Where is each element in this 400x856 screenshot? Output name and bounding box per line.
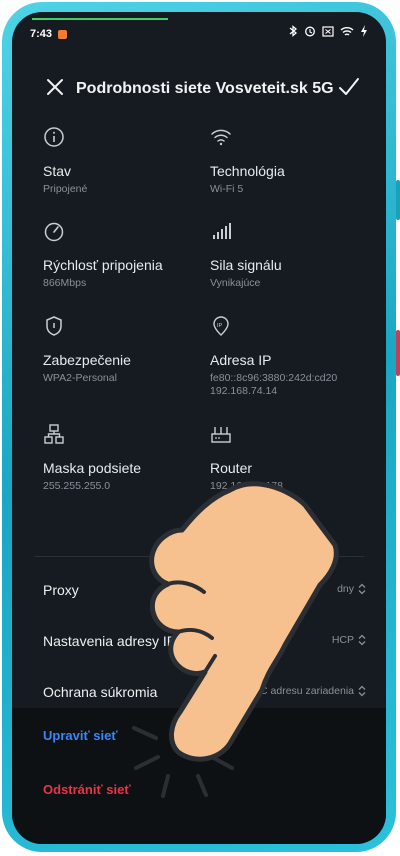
- detail-label: Rýchlosť pripojenia: [43, 257, 163, 273]
- setting-ip-settings[interactable]: Nastavenia adresy IP HCP: [12, 621, 386, 661]
- wifi-icon: [211, 129, 231, 146]
- delete-network-button[interactable]: Odstrániť sieť: [43, 782, 131, 797]
- setting-label: Proxy: [43, 582, 79, 598]
- detail-label: Technológia: [210, 163, 285, 179]
- sim-icon: [322, 25, 334, 37]
- edit-network-button[interactable]: Upraviť sieť: [43, 728, 118, 743]
- check-icon[interactable]: [338, 76, 360, 98]
- router-icon: [211, 427, 231, 443]
- detail-value: Wi-Fi 5: [210, 183, 244, 195]
- chevron-updown-icon: [358, 634, 366, 646]
- setting-label: Nastavenia adresy IP: [43, 633, 177, 649]
- setting-privacy[interactable]: Ochrana súkromia C adresu zariadenia: [12, 672, 386, 712]
- chevron-updown-icon: [358, 685, 366, 697]
- detail-speed: Rýchlosť pripojenia 866Mbps: [43, 220, 213, 290]
- detail-subnet: Maska podsiete 255.255.255.0: [43, 423, 213, 493]
- ip-pin-icon: IP: [213, 316, 229, 336]
- detail-value: fe80::8c96:3880:242d:cd20: [210, 372, 338, 384]
- volume-button: [396, 180, 400, 220]
- detail-value: 255.255.255.0: [43, 480, 111, 492]
- bluetooth-icon: [289, 25, 298, 37]
- setting-value: HCP: [331, 634, 354, 646]
- detail-label: Router: [210, 460, 253, 476]
- alarm-icon: [305, 26, 315, 37]
- info-icon: [44, 127, 64, 147]
- detail-security: Zabezpečenie WPA2-Personal: [43, 315, 213, 385]
- detail-value-secondary: 192.168.74.14: [210, 385, 278, 397]
- detail-label: Maska podsiete: [43, 460, 142, 476]
- detail-label: Stav: [43, 163, 72, 179]
- network-icon: [44, 424, 64, 444]
- status-bar: 7:43: [12, 12, 386, 46]
- detail-value: Pripojené: [43, 183, 88, 195]
- chevron-updown-icon: [358, 583, 366, 595]
- signal-icon: [213, 223, 231, 239]
- detail-technology: Technológia Wi-Fi 5: [210, 126, 380, 196]
- setting-value: C adresu zariadenia: [260, 685, 354, 697]
- close-icon[interactable]: [46, 78, 64, 96]
- battery-charging-icon: [361, 25, 367, 37]
- detail-label: Adresa IP: [210, 352, 272, 368]
- notification-icon: [58, 30, 67, 39]
- detail-status: Stav Pripojené: [43, 126, 213, 196]
- svg-text:IP: IP: [217, 323, 223, 329]
- wifi-status-icon: [340, 26, 354, 36]
- shield-icon: [46, 316, 62, 336]
- page-title: Podrobnosti siete Vosveteit.sk 5G: [76, 80, 334, 97]
- setting-label: Ochrana súkromia: [43, 684, 158, 700]
- page-header: Podrobnosti siete Vosveteit.sk 5G: [12, 68, 386, 108]
- setting-value: dny: [337, 583, 354, 595]
- status-icons: [289, 25, 368, 37]
- section-divider: [34, 556, 364, 557]
- status-time: 7:43: [30, 28, 53, 40]
- detail-value: WPA2-Personal: [43, 372, 117, 384]
- screen: 7:43 Podrobnosti siete Vosveteit.sk 5G S…: [12, 12, 386, 844]
- setting-proxy[interactable]: Proxy dny: [12, 570, 386, 610]
- detail-value: 192.168.74.178: [210, 480, 283, 492]
- detail-router: Router 192.168.74.178: [210, 423, 380, 493]
- detail-value: Vynikajúce: [210, 277, 261, 289]
- speedometer-icon: [44, 222, 64, 242]
- detail-label: Sila signálu: [210, 257, 282, 273]
- detail-label: Zabezpečenie: [43, 352, 131, 368]
- detail-ip-address: IP Adresa IP fe80::8c96:3880:242d:cd20 1…: [210, 315, 380, 398]
- action-sheet: Upraviť sieť Odstrániť sieť: [12, 708, 386, 844]
- power-button: [396, 330, 400, 376]
- detail-signal: Sila signálu Vynikajúce: [210, 220, 380, 290]
- detail-value: 866Mbps: [43, 277, 87, 289]
